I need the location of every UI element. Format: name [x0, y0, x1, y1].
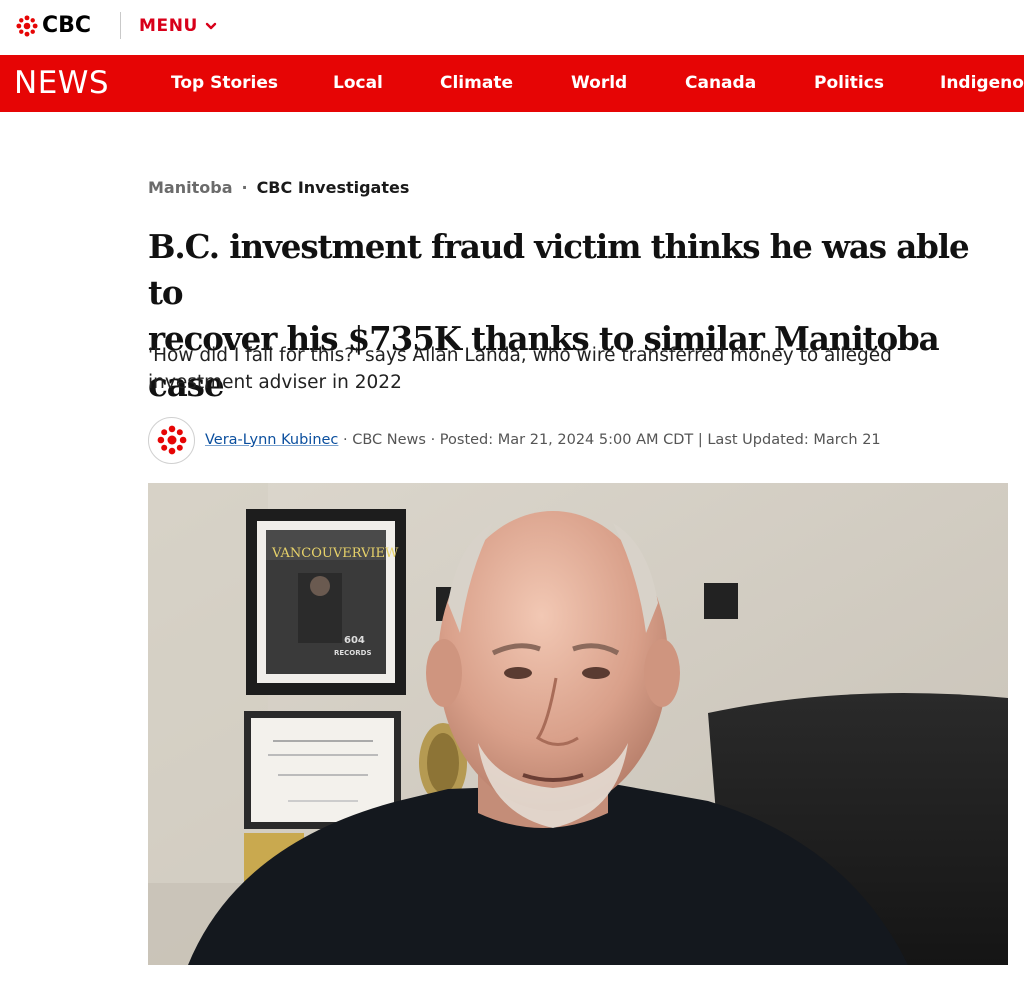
- byline: Vera-Lynn Kubinec · CBC News · Posted: M…: [148, 416, 881, 464]
- top-bar: CBC MENU: [0, 0, 1024, 55]
- poster-text: VANCOUVERVIEW: [271, 546, 399, 561]
- breadcrumb: Manitoba · CBC Investigates: [148, 177, 409, 199]
- nav-item-top-stories[interactable]: Top Stories: [171, 72, 278, 94]
- chevron-down-icon: [205, 22, 217, 30]
- divider: [120, 12, 121, 39]
- menu-label: MENU: [139, 16, 198, 36]
- menu-button[interactable]: MENU: [139, 13, 217, 39]
- cbc-logo[interactable]: CBC: [16, 12, 91, 40]
- nav-item-politics[interactable]: Politics: [814, 72, 884, 94]
- nav-item-indigenous[interactable]: Indigeno: [940, 72, 1024, 94]
- nav-item-canada[interactable]: Canada: [685, 72, 756, 94]
- cbc-gem-icon: [16, 15, 38, 37]
- article-lead-photo[interactable]: VANCOUVERVIEW 604 RECORDS: [148, 483, 1008, 965]
- nav-item-climate[interactable]: Climate: [440, 72, 513, 94]
- poster-text: RECORDS: [334, 649, 372, 657]
- breadcrumb-separator: ·: [241, 178, 248, 197]
- poster-text: 604: [344, 635, 365, 646]
- deck-line-2: investment adviser in 2022: [148, 372, 402, 393]
- nav-item-local[interactable]: Local: [333, 72, 383, 94]
- deck-line-1: 'How did I fall for this?' says Allan La…: [148, 345, 892, 366]
- byline-meta: · CBC News · Posted: Mar 21, 2024 5:00 A…: [338, 432, 881, 448]
- news-brand-link[interactable]: NEWS: [14, 65, 109, 101]
- lead-photo-image: VANCOUVERVIEW 604 RECORDS: [148, 483, 1008, 965]
- nav-item-world[interactable]: World: [571, 72, 627, 94]
- cbc-gem-icon: [157, 425, 186, 455]
- breadcrumb-section-link[interactable]: Manitoba: [148, 177, 232, 199]
- article-deck: 'How did I fall for this?' says Allan La…: [148, 342, 978, 396]
- news-nav-bar: NEWS Top Stories Local Climate World Can…: [0, 55, 1024, 112]
- headline-line-1: B.C. investment fraud victim thinks he w…: [148, 227, 970, 312]
- cbc-logo-text: CBC: [42, 13, 92, 38]
- author-avatar[interactable]: [148, 416, 195, 464]
- byline-text: Vera-Lynn Kubinec · CBC News · Posted: M…: [205, 432, 881, 448]
- breadcrumb-series-link[interactable]: CBC Investigates: [257, 177, 410, 199]
- author-link[interactable]: Vera-Lynn Kubinec: [205, 432, 338, 448]
